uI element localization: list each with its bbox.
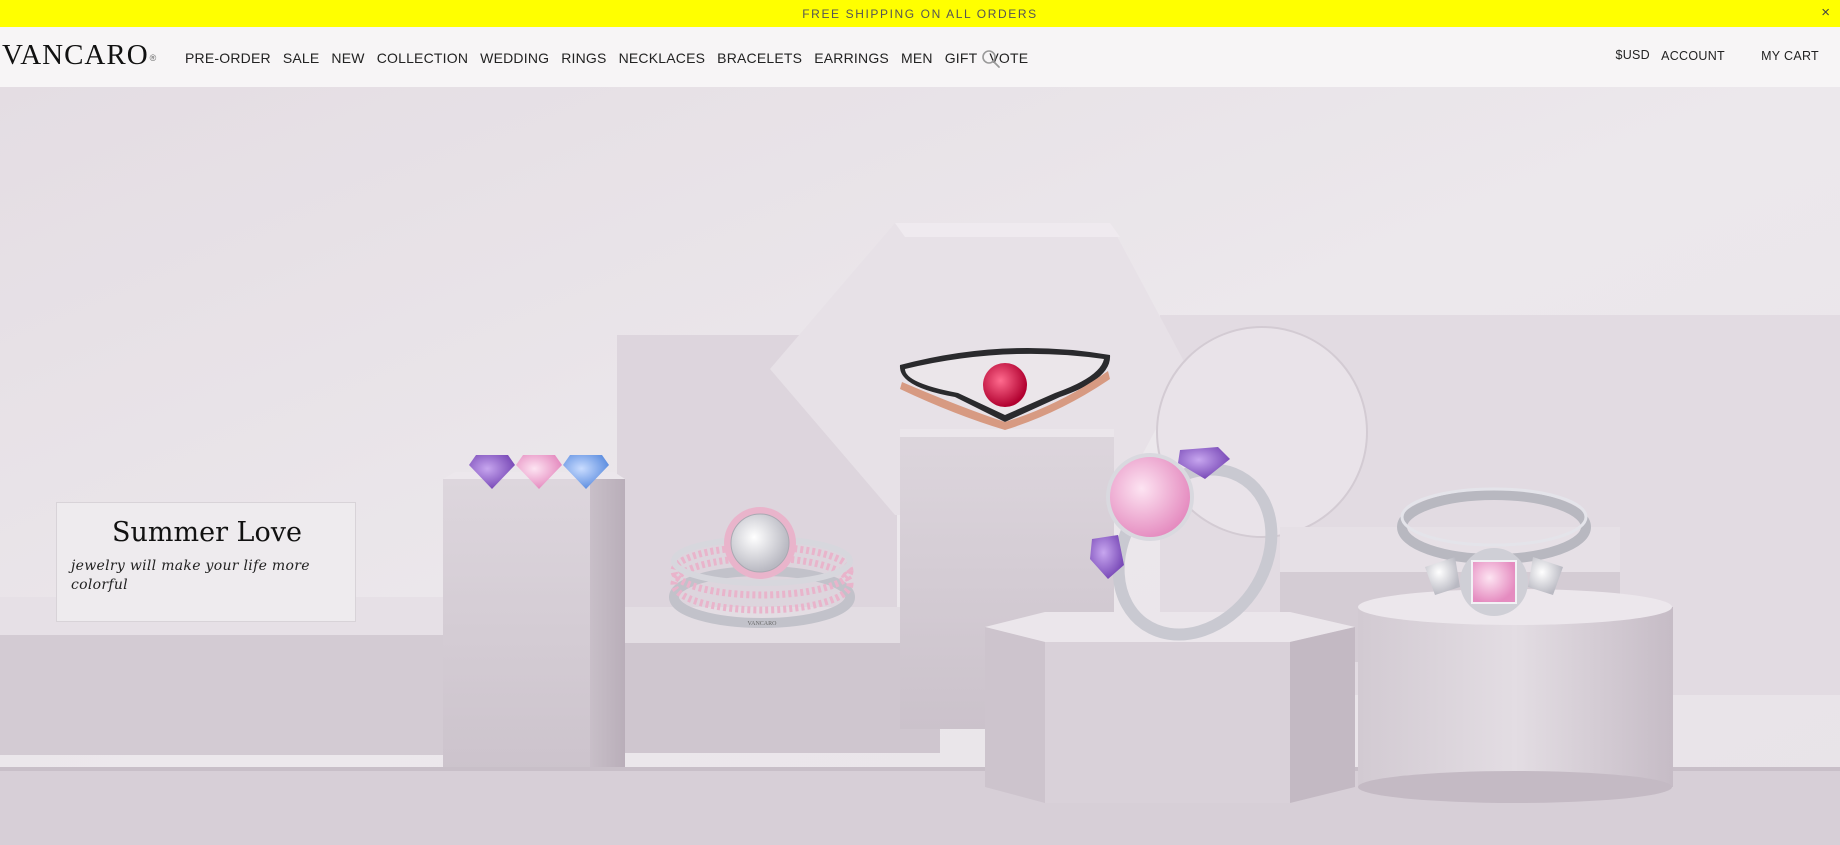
nav-earrings[interactable]: EARRINGS [814, 49, 889, 67]
nav-necklaces[interactable]: NECKLACES [619, 49, 706, 67]
nav-new[interactable]: NEW [331, 49, 364, 67]
nav-collection[interactable]: COLLECTION [377, 49, 468, 67]
account-link[interactable]: ACCOUNT [1661, 49, 1725, 63]
hero-banner[interactable]: VANCARO Summer Love jewelry will make yo… [0, 87, 1840, 845]
registered-mark: ® [149, 53, 158, 63]
nav-pre-order[interactable]: PRE-ORDER [185, 49, 271, 67]
gem-trio [469, 455, 609, 489]
nav-bracelets[interactable]: BRACELETS [717, 49, 802, 67]
ring-engraving: VANCARO [748, 621, 778, 627]
nav-gift[interactable]: GIFT [945, 49, 978, 67]
cart-link[interactable]: MY CART [1761, 49, 1819, 63]
currency-selector[interactable]: $USD [1615, 48, 1650, 62]
logo-text: VANCARO [2, 39, 149, 71]
hero-scene: VANCARO [0, 87, 1840, 845]
promo-text: FREE SHIPPING ON ALL ORDERS [802, 6, 1038, 21]
close-icon[interactable]: × [1821, 4, 1830, 22]
site-header: VANCARO® PRE-ORDER SALE NEW COLLECTION W… [0, 27, 1840, 87]
hero-subtitle: jewelry will make your life more colorfu… [71, 558, 310, 593]
logo[interactable]: VANCARO® [2, 40, 157, 70]
promo-card[interactable]: Summer Love jewelry will make your life … [56, 502, 356, 622]
main-nav: PRE-ORDER SALE NEW COLLECTION WEDDING RI… [185, 49, 1040, 67]
nav-wedding[interactable]: WEDDING [480, 49, 549, 67]
nav-rings[interactable]: RINGS [561, 49, 606, 67]
nav-men[interactable]: MEN [901, 49, 933, 67]
hero-title: Summer Love [112, 517, 302, 548]
search-icon[interactable] [981, 49, 1001, 69]
promo-bar: FREE SHIPPING ON ALL ORDERS × [0, 0, 1840, 27]
nav-sale[interactable]: SALE [283, 49, 320, 67]
